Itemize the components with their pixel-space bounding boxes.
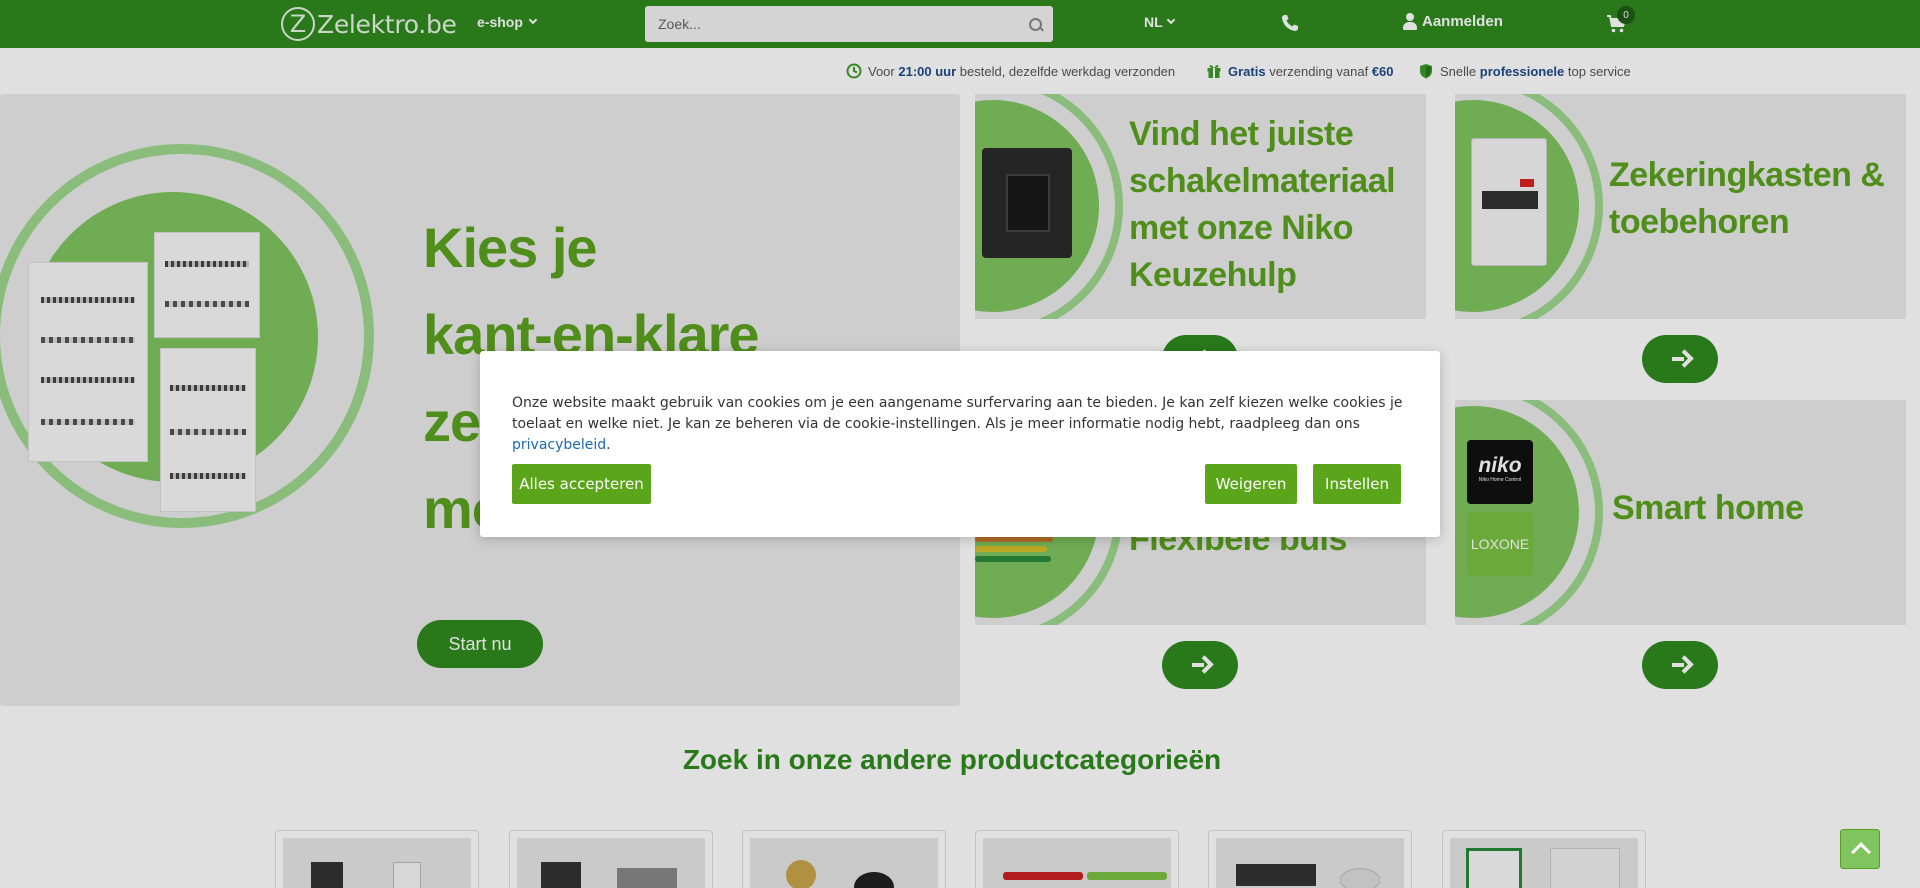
privacy-policy-link[interactable]: privacybeleid [512,437,606,453]
cookie-message: Onze website maakt gebruik van cookies o… [512,393,1412,456]
cookie-suffix: . [606,437,611,453]
cookie-consent-dialog: Onze website maakt gebruik van cookies o… [480,351,1440,537]
accept-all-button[interactable]: Alles accepteren [512,464,651,504]
decline-button[interactable]: Weigeren [1205,464,1297,504]
scroll-to-top-button[interactable] [1840,829,1880,869]
cookie-settings-button[interactable]: Instellen [1313,464,1401,504]
cookie-text: Onze website maakt gebruik van cookies o… [512,395,1403,432]
